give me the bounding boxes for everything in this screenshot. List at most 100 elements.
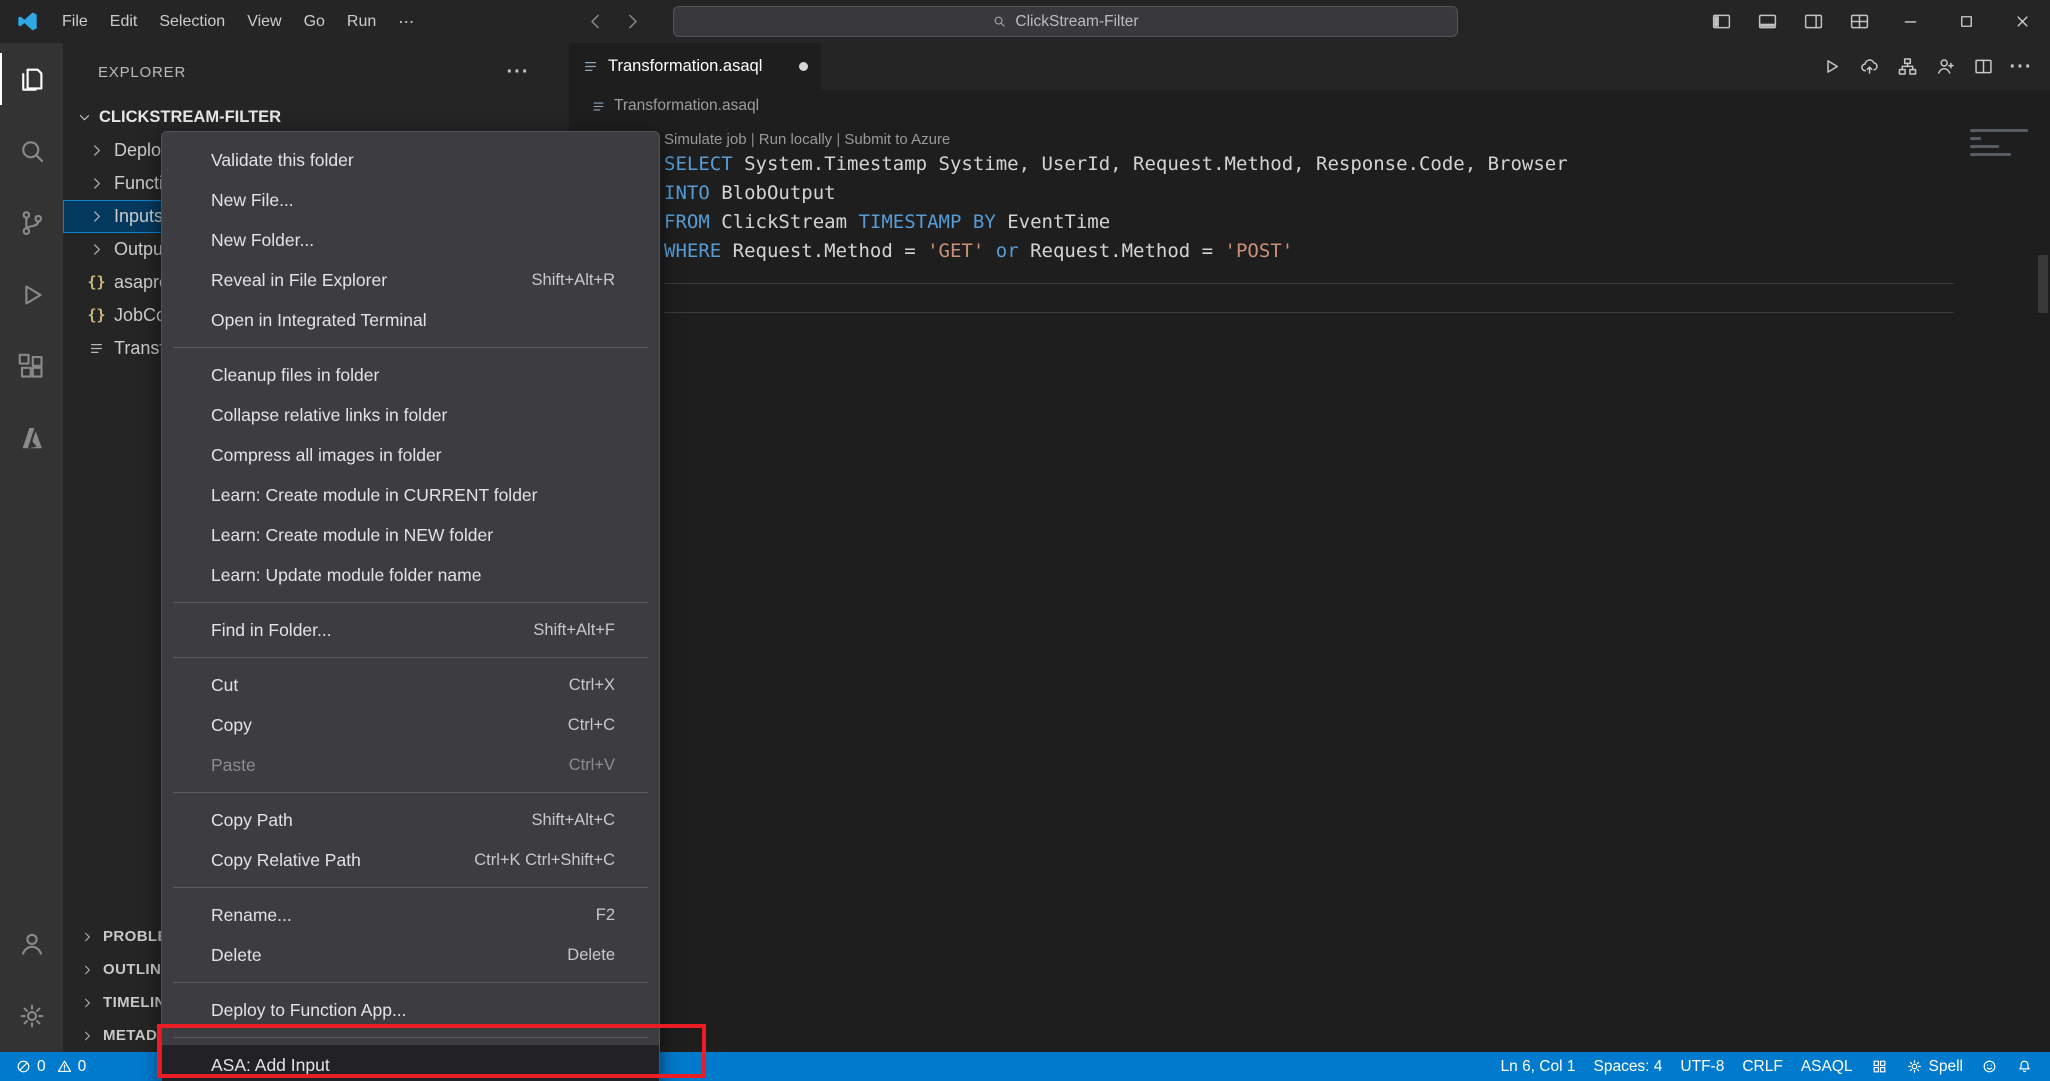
code-editor[interactable]: Simulate job | Run locally | Submit to A… — [569, 122, 2050, 1052]
cloud-upload-button[interactable] — [1852, 50, 1886, 84]
menu-more[interactable]: ⋯ — [387, 0, 425, 43]
bell-icon — [2016, 1058, 2033, 1075]
menu-view[interactable]: View — [236, 0, 292, 43]
menu-item-paste[interactable]: Paste Ctrl+V — [162, 745, 659, 785]
status-encoding[interactable]: UTF-8 — [1671, 1052, 1733, 1081]
breadcrumb[interactable]: Transformation.asaql — [569, 90, 2050, 122]
minimize-button[interactable] — [1882, 0, 1938, 43]
run-button[interactable] — [1814, 50, 1848, 84]
activity-run-debug[interactable] — [0, 259, 63, 331]
menu-item-collapse-relative-links-in-folder[interactable]: Collapse relative links in folder — [162, 395, 659, 435]
activity-accounts[interactable] — [0, 908, 63, 980]
menu-item-rename[interactable]: Rename... F2 — [162, 895, 659, 935]
codelens-link-run-locally[interactable]: Run locally — [759, 131, 832, 148]
close-button[interactable] — [1994, 0, 2050, 43]
editor-actions: ··· — [1814, 43, 2038, 90]
menu-item-label: New Folder... — [211, 229, 315, 250]
menu-item-compress-all-images-in-folder[interactable]: Compress all images in folder — [162, 435, 659, 475]
status-label: Spell — [1928, 1057, 1963, 1075]
minimap-line — [1970, 145, 1999, 148]
command-center-search[interactable]: ClickStream-Filter — [673, 6, 1458, 37]
menu-item-new-folder[interactable]: New Folder... — [162, 220, 659, 260]
split-editor-button[interactable] — [1966, 50, 2000, 84]
menu-go[interactable]: Go — [293, 0, 336, 43]
menu-item-label: Reveal in File Explorer — [211, 269, 388, 290]
maximize-button[interactable] — [1938, 0, 1994, 43]
menu-item-learn-create-module-in-new-folder[interactable]: Learn: Create module in NEW folder — [162, 515, 659, 555]
menu-edit[interactable]: Edit — [99, 0, 149, 43]
hierarchy-button[interactable] — [1890, 50, 1924, 84]
search-text: ClickStream-Filter — [1015, 12, 1139, 30]
activity-source-control[interactable] — [0, 187, 63, 259]
tab-transformation-asaql[interactable]: Transformation.asaql — [569, 43, 821, 90]
menu-item-learn-update-module-folder-name[interactable]: Learn: Update module folder name — [162, 555, 659, 595]
back-arrow-icon[interactable] — [585, 11, 606, 32]
code-token: or — [984, 240, 1019, 262]
chevron-right-icon — [88, 208, 105, 225]
menu-item-cleanup-files-in-folder[interactable]: Cleanup files in folder — [162, 355, 659, 395]
activity-extensions[interactable] — [0, 331, 63, 403]
status-errors[interactable]: 0 — [10, 1052, 51, 1081]
status-feedback[interactable] — [1972, 1052, 2007, 1081]
more-button[interactable]: ··· — [2004, 50, 2038, 84]
menu-item-open-in-integrated-terminal[interactable]: Open in Integrated Terminal — [162, 300, 659, 340]
menu-separator — [173, 792, 648, 793]
grid-icon — [1871, 1058, 1888, 1075]
minimap[interactable] — [1970, 124, 2034, 161]
menu-run[interactable]: Run — [336, 0, 387, 43]
feedback-icon — [1981, 1058, 1998, 1075]
menu-item-cut[interactable]: Cut Ctrl+X — [162, 665, 659, 705]
activity-azure[interactable] — [0, 403, 63, 475]
toggle-secondary-sidebar-button[interactable] — [1790, 0, 1836, 43]
menu-separator — [173, 887, 648, 888]
toggle-panel-button[interactable] — [1744, 0, 1790, 43]
status-language-mode[interactable]: ASAQL — [1792, 1052, 1862, 1081]
status-spell-checker[interactable]: Spell — [1897, 1052, 1972, 1081]
status-eol[interactable]: CRLF — [1733, 1052, 1791, 1081]
forward-arrow-icon[interactable] — [622, 11, 643, 32]
customize-layout-button[interactable] — [1836, 0, 1882, 43]
tree-root-folder[interactable]: CLICKSTREAM-FILTER — [63, 101, 569, 134]
sidebar-title: EXPLORER — [98, 63, 187, 81]
status-label: Ln 6, Col 1 — [1500, 1057, 1576, 1075]
codelens-link-submit-to-azure[interactable]: Submit to Azure — [844, 131, 950, 148]
search-icon — [17, 136, 47, 166]
menu-item-copy-relative-path[interactable]: Copy Relative Path Ctrl+K Ctrl+Shift+C — [162, 840, 659, 880]
menu-item-find-in-folder[interactable]: Find in Folder... Shift+Alt+F — [162, 610, 659, 650]
menu-selection[interactable]: Selection — [148, 0, 236, 43]
person-button[interactable] — [1928, 50, 1962, 84]
root-folder-label: CLICKSTREAM-FILTER — [99, 108, 282, 126]
menu-item-learn-create-module-in-current-folder[interactable]: Learn: Create module in CURRENT folder — [162, 475, 659, 515]
breadcrumb-item: Transformation.asaql — [614, 97, 760, 114]
menu-file[interactable]: File — [51, 0, 99, 43]
menu-item-copy[interactable]: Copy Ctrl+C — [162, 705, 659, 745]
menu-item-copy-path[interactable]: Copy Path Shift+Alt+C — [162, 800, 659, 840]
modified-dot-icon[interactable] — [799, 62, 808, 71]
activity-explorer[interactable] — [0, 43, 63, 115]
scrollbar-thumb[interactable] — [2038, 255, 2048, 313]
menu-separator — [173, 347, 648, 348]
account-icon — [17, 929, 47, 959]
minimap-line — [1970, 129, 2028, 132]
activity-manage[interactable] — [0, 980, 63, 1052]
toggle-primary-sidebar-button[interactable] — [1698, 0, 1744, 43]
codelens-link-simulate-job[interactable]: Simulate job — [664, 131, 747, 148]
status-notifications[interactable] — [2007, 1052, 2042, 1081]
chevron-right-icon — [80, 930, 94, 944]
status-label: CRLF — [1742, 1057, 1783, 1075]
menu-item-shortcut: Delete — [567, 945, 615, 964]
menu-item-label: Open in Integrated Terminal — [211, 309, 427, 330]
menu-item-delete[interactable]: Delete Delete — [162, 935, 659, 975]
status-warnings[interactable]: 0 — [51, 1052, 92, 1081]
sidebar-header: EXPLORER ··· — [63, 43, 569, 101]
status-cursor-position[interactable]: Ln 6, Col 1 — [1492, 1052, 1585, 1081]
menu-bar: File Edit Selection View Go Run ⋯ — [51, 0, 425, 43]
menu-item-new-file[interactable]: New File... — [162, 180, 659, 220]
status-indentation[interactable]: Spaces: 4 — [1584, 1052, 1671, 1081]
status-extension-status[interactable] — [1862, 1052, 1897, 1081]
run-icon — [1821, 56, 1842, 77]
activity-search[interactable] — [0, 115, 63, 187]
sidebar-more-actions-icon[interactable]: ··· — [505, 62, 531, 82]
menu-item-validate-this-folder[interactable]: Validate this folder — [162, 140, 659, 180]
menu-item-reveal-in-file-explorer[interactable]: Reveal in File Explorer Shift+Alt+R — [162, 260, 659, 300]
